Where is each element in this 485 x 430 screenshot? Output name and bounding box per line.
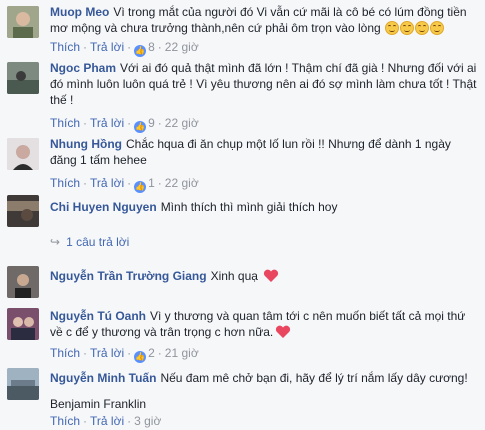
comment: Nguyễn Trần Trường Giang Xinh quạ <box>0 262 485 298</box>
view-replies-link[interactable]: ↪ 1 câu trả lời <box>50 235 129 249</box>
timestamp[interactable]: 22 giờ <box>165 40 199 54</box>
avatar[interactable] <box>7 138 39 170</box>
avatar[interactable] <box>7 6 39 38</box>
commenter-name[interactable]: Nhung Hồng <box>50 137 122 151</box>
like-button[interactable]: Thích <box>50 346 80 360</box>
like-button[interactable]: Thích <box>50 40 80 54</box>
heart-icon <box>264 269 279 282</box>
comment: Muop Meo Vì trong mắt của người đó Vi vẫn… <box>0 0 485 57</box>
commenter-name[interactable]: Muop Meo <box>50 5 109 19</box>
timestamp[interactable]: 22 giờ <box>165 116 199 130</box>
avatar[interactable] <box>7 195 39 227</box>
like-button[interactable]: Thích <box>50 414 80 428</box>
heart-icon <box>276 325 291 338</box>
commenter-name[interactable]: Nguyễn Trần Trường Giang <box>50 269 207 283</box>
comment-text: Xinh quạ <box>210 269 258 283</box>
avatar[interactable] <box>7 308 39 340</box>
avatar[interactable] <box>7 62 39 94</box>
comment: Chi Huyen Nguyen Mình thích thì mình giải… <box>0 195 485 255</box>
emoji-icon <box>384 21 445 35</box>
reply-arrow-icon: ↪ <box>50 235 61 249</box>
reply-button[interactable]: Trả lời <box>90 116 124 130</box>
like-button[interactable]: Thích <box>50 116 80 130</box>
like-count-icon: 👍 <box>134 45 147 57</box>
comment: Ngoc Pham Với ai đó quả thật mình đã lớn … <box>0 60 485 133</box>
reply-button[interactable]: Trả lời <box>90 346 124 360</box>
like-count[interactable]: 2 <box>148 346 155 360</box>
like-count-icon: 👍 <box>134 121 147 133</box>
like-button[interactable]: Thích <box>50 176 80 190</box>
like-count[interactable]: 1 <box>148 176 155 190</box>
comment-text-author: Benjamin Franklin <box>50 397 147 411</box>
commenter-name[interactable]: Nguyễn Tú Oanh <box>50 309 146 323</box>
like-count[interactable]: 9 <box>148 116 155 130</box>
comment-text: Nếu đam mê chở bạn đi, hãy để lý trí nắm… <box>160 371 468 385</box>
commenter-name[interactable]: Nguyễn Minh Tuấn <box>50 371 156 385</box>
reply-button[interactable]: Trả lời <box>90 40 124 54</box>
avatar[interactable] <box>7 368 39 400</box>
comment: Nguyễn Tú Oanh Vì y thương và quan tâm tớ… <box>0 306 485 363</box>
timestamp[interactable]: 3 giờ <box>134 414 161 428</box>
like-count[interactable]: 8 <box>148 40 155 54</box>
commenter-name[interactable]: Chi Huyen Nguyen <box>50 200 157 214</box>
timestamp[interactable]: 21 giờ <box>165 346 199 360</box>
comment: Nguyễn Minh Tuấn Nếu đam mê chở bạn đi, h… <box>0 366 485 430</box>
like-count-icon: 👍 <box>134 181 147 193</box>
reply-button[interactable]: Trả lời <box>90 176 124 190</box>
reply-button[interactable]: Trả lời <box>90 414 124 428</box>
comment-text: Mình thích thì mình giải thích hoy <box>160 200 338 214</box>
comment: Nhung Hồng Chắc hqua đi ăn chụp một lố lu… <box>0 136 485 193</box>
timestamp[interactable]: 22 giờ <box>165 176 199 190</box>
avatar[interactable] <box>7 266 39 298</box>
commenter-name[interactable]: Ngoc Pham <box>50 61 116 75</box>
like-count-icon: 👍 <box>134 351 147 363</box>
